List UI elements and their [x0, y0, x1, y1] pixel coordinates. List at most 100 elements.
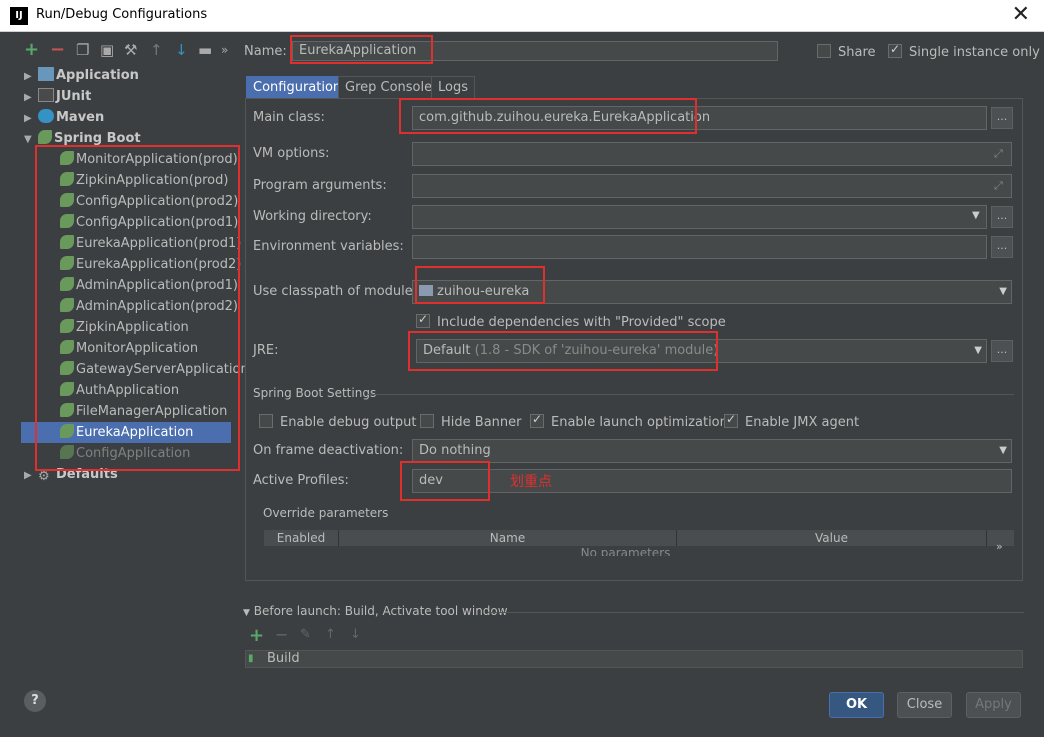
copy-icon[interactable]: ❐: [76, 40, 89, 60]
tab-configuration[interactable]: Configuration: [246, 76, 349, 99]
highlight-box-active-profiles: [400, 461, 490, 501]
tree-category-label: Application: [56, 68, 139, 83]
collapse-arrow-icon[interactable]: ▼: [243, 608, 250, 618]
remove-task-icon[interactable]: −: [275, 625, 288, 644]
tab-logs[interactable]: Logs: [431, 76, 475, 99]
enable-jmx-agent-checkbox[interactable]: Enable JMX agent: [724, 412, 860, 430]
vm-options-label: VM options:: [253, 146, 330, 161]
enable-debug-output-checkbox[interactable]: Enable debug output: [259, 414, 416, 430]
highlight-box-jre: [408, 331, 718, 371]
before-launch-label: Before launch: Build, Activate tool wind…: [253, 604, 508, 618]
edit-environment-variables-button[interactable]: ...: [991, 236, 1013, 258]
help-icon[interactable]: ?: [24, 690, 46, 712]
tab-grep-console[interactable]: Grep Console: [338, 76, 440, 99]
tree-category-label: JUnit: [56, 89, 92, 104]
spring-boot-icon: [38, 130, 52, 144]
maven-icon: [38, 109, 54, 123]
more-columns-icon[interactable]: »: [996, 540, 1003, 553]
tree-category-label: Spring Boot: [54, 131, 141, 146]
browse-jre-button[interactable]: ...: [991, 340, 1013, 362]
annotation-text: 划重点: [510, 474, 552, 490]
move-down-icon[interactable]: ↓: [175, 40, 188, 60]
checkbox-label: Enable debug output: [280, 415, 417, 430]
vm-options-field[interactable]: [412, 142, 1012, 166]
junit-icon: [38, 88, 54, 102]
browse-main-class-button[interactable]: ...: [991, 107, 1013, 129]
override-parameters-heading: Override parameters: [263, 506, 389, 520]
checkbox-label: Enable launch optimization: [551, 415, 728, 430]
frame-deactivation-select[interactable]: Do nothing ▼: [412, 439, 1012, 463]
checkbox-label: Enable JMX agent: [745, 415, 860, 430]
program-arguments-field[interactable]: [412, 174, 1012, 198]
browse-working-directory-button[interactable]: ...: [991, 206, 1013, 228]
column-header-name[interactable]: Name: [339, 530, 677, 546]
frame-deactivation-label: On frame deactivation:: [253, 443, 404, 458]
include-dependencies-label: Include dependencies with "Provided" sco…: [437, 315, 726, 330]
application-icon: [38, 67, 54, 81]
spring-boot-settings-heading: Spring Boot Settings: [253, 386, 377, 400]
highlight-box-module: [415, 266, 545, 304]
expand-editor-icon[interactable]: ⤢: [994, 179, 1003, 193]
before-launch-task-list: ▮ Build: [245, 650, 1023, 668]
share-label: Share: [838, 45, 876, 60]
environment-variables-label: Environment variables:: [253, 239, 404, 254]
column-header-value[interactable]: Value: [677, 530, 987, 546]
tree-category-application[interactable]: ▶ Application: [24, 65, 139, 86]
working-directory-field[interactable]: [412, 205, 987, 229]
move-up-icon[interactable]: ↑: [150, 40, 163, 60]
expand-arrow-icon[interactable]: ▶: [24, 87, 38, 108]
name-label: Name:: [244, 44, 287, 59]
ok-button[interactable]: OK: [829, 692, 884, 718]
hide-banner-checkbox[interactable]: Hide Banner: [420, 414, 521, 430]
classpath-module-label: Use classpath of module:: [253, 284, 418, 299]
tree-category-label: Maven: [56, 110, 105, 125]
more-icon[interactable]: »: [221, 40, 228, 60]
before-launch-header[interactable]: ▼ Before launch: Build, Activate tool wi…: [243, 604, 508, 618]
expand-arrow-icon[interactable]: ▶: [24, 108, 38, 129]
frame-deactivation-value: Do nothing: [419, 443, 491, 458]
checkbox-box[interactable]: [817, 44, 831, 58]
chevron-down-icon[interactable]: ▼: [999, 281, 1007, 303]
move-up-icon[interactable]: ↑: [325, 627, 336, 642]
task-build[interactable]: Build: [267, 651, 300, 667]
main-class-label: Main class:: [253, 110, 325, 125]
window-title: Run/Debug Configurations: [36, 7, 208, 22]
active-profiles-field[interactable]: dev: [412, 469, 1012, 493]
program-arguments-label: Program arguments:: [253, 178, 387, 193]
enable-launch-optimization-checkbox[interactable]: Enable launch optimization: [530, 412, 728, 430]
checkbox-box[interactable]: [530, 412, 544, 428]
edit-task-icon[interactable]: ✎: [300, 627, 311, 642]
close-window-icon[interactable]: ✕: [1012, 3, 1030, 27]
chevron-down-icon[interactable]: ▼: [999, 440, 1007, 462]
close-button[interactable]: Close: [897, 692, 952, 718]
wrench-icon[interactable]: ⚒: [124, 40, 137, 60]
checkbox-box[interactable]: [259, 414, 273, 428]
apply-button[interactable]: Apply: [966, 692, 1021, 718]
expand-editor-icon[interactable]: ⤢: [994, 147, 1003, 161]
active-profiles-label: Active Profiles:: [253, 473, 349, 488]
add-task-icon[interactable]: +: [249, 625, 264, 646]
include-dependencies-checkbox[interactable]: Include dependencies with "Provided" sco…: [416, 312, 726, 330]
share-checkbox[interactable]: Share: [817, 44, 876, 60]
working-directory-label: Working directory:: [253, 209, 372, 224]
folder-icon[interactable]: ▬: [198, 40, 212, 60]
title-bar: IJ Run/Debug Configurations ✕: [0, 0, 1044, 32]
chevron-down-icon[interactable]: ▼: [974, 340, 982, 362]
chevron-down-icon[interactable]: ▼: [972, 210, 980, 221]
remove-icon[interactable]: −: [50, 40, 65, 60]
jre-label: JRE:: [253, 343, 279, 358]
single-instance-checkbox[interactable]: Single instance only: [888, 42, 1040, 60]
environment-variables-field[interactable]: [412, 235, 987, 259]
add-icon[interactable]: +: [24, 40, 39, 60]
checkbox-box[interactable]: [724, 412, 738, 428]
section-divider: [488, 612, 1024, 613]
checkbox-box[interactable]: [416, 312, 430, 328]
move-down-icon[interactable]: ↓: [350, 627, 361, 642]
expand-arrow-icon[interactable]: ▶: [24, 66, 38, 87]
save-icon[interactable]: ▣: [100, 40, 114, 60]
checkbox-box[interactable]: [420, 414, 434, 428]
checkbox-box[interactable]: [888, 42, 902, 58]
tree-category-junit[interactable]: ▶ JUnit: [24, 86, 91, 107]
tree-category-maven[interactable]: ▶ Maven: [24, 107, 104, 128]
column-header-enabled[interactable]: Enabled: [264, 530, 339, 546]
